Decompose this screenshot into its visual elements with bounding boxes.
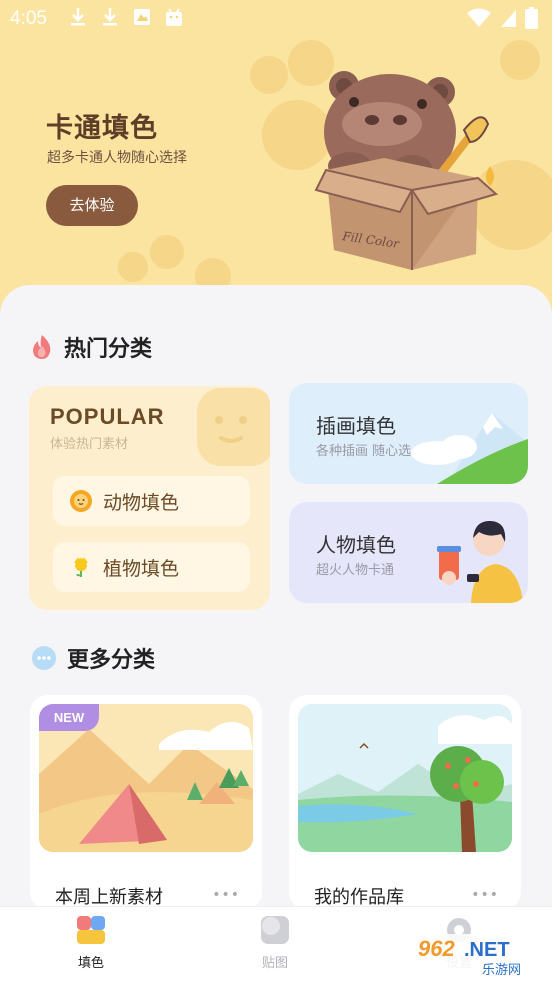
hero-banner[interactable]: 4:05 卡通填色 超多卡通人物随心选择 去体验 Fill Color [0,0,552,330]
fire-icon [33,335,51,359]
smiley-decoration [197,388,270,466]
more-section-title: 更多分类 [67,648,156,673]
animal-coloring-label: 动物填色 [103,491,180,514]
android-icon [166,8,182,26]
illustration-coloring-title: 插画填色 [316,414,396,438]
try-now-button[interactable]: 去体验 [46,185,138,226]
hot-section-title: 热门分类 [64,337,153,362]
paw-decoration [250,56,288,94]
tab-coloring-label: 填色 [77,956,104,971]
watermark-logo: 962 .NET 乐游网 [412,934,548,978]
plant-coloring-label: 植物填色 [103,557,180,580]
character-coloring-subtitle: 超火人物卡通 [316,563,395,578]
popular-title: POPULAR [50,404,165,429]
flower-icon [74,557,88,577]
download-icon [71,8,85,26]
more-options-icon[interactable]: ••• [471,887,499,903]
popular-card[interactable]: POPULAR 体验热门素材 动物填色 植物填色 [29,386,270,610]
hot-section-header: 热门分类 [30,331,152,363]
image-icon [134,9,150,25]
hero-title: 卡通填色 [46,113,158,144]
palette-icon [77,916,105,944]
paw-decoration [118,252,148,282]
more-options-icon[interactable]: ••• [212,887,240,903]
status-bar: 4:05 [0,0,552,38]
illustration-coloring-subtitle: 各种插画 随心选 [316,444,412,459]
character-coloring-title: 人物填色 [316,533,396,557]
lion-icon [70,490,92,512]
more-dots-icon [32,646,56,670]
mountain-illustration [411,413,528,484]
animal-coloring-button[interactable]: 动物填色 [53,476,250,526]
lake-tree-illustration [298,704,512,852]
more-section-header: 更多分类 [31,642,155,674]
new-badge: NEW [39,704,99,731]
main-content: 热门分类 POPULAR 体验热门素材 动物填色 植物填色 插画填色 各种插画 … [0,285,552,910]
paw-decoration [150,235,184,269]
svg-text:乐游网: 乐游网 [482,963,521,978]
tab-stickers-label: 贴图 [261,956,288,971]
wifi-icon [467,8,491,27]
battery-icon [525,7,538,29]
illustration-coloring-card[interactable]: 插画填色 各种插画 随心选 [289,383,528,484]
svg-text:962: 962 [418,936,455,961]
tab-stickers[interactable]: 贴图 [235,915,315,971]
sticker-icon [261,916,289,944]
svg-text:.NET: .NET [464,939,510,961]
plant-coloring-button[interactable]: 植物填色 [53,542,250,592]
status-time: 4:05 [10,8,47,29]
tab-coloring[interactable]: 填色 [51,915,131,971]
my-works-card[interactable]: 我的作品库 ••• [289,695,521,910]
download-icon [103,8,117,26]
bear-in-box-illustration: Fill Color [314,71,499,270]
girl-with-cup-illustration [437,520,523,603]
character-coloring-card[interactable]: 人物填色 超火人物卡通 [289,502,528,603]
popular-subtitle: 体验热门素材 [50,437,129,452]
hero-subtitle: 超多卡通人物随心选择 [47,150,187,166]
new-materials-card[interactable]: NEW 本周上新素材 ••• [30,695,262,910]
signal-icon [501,10,516,27]
